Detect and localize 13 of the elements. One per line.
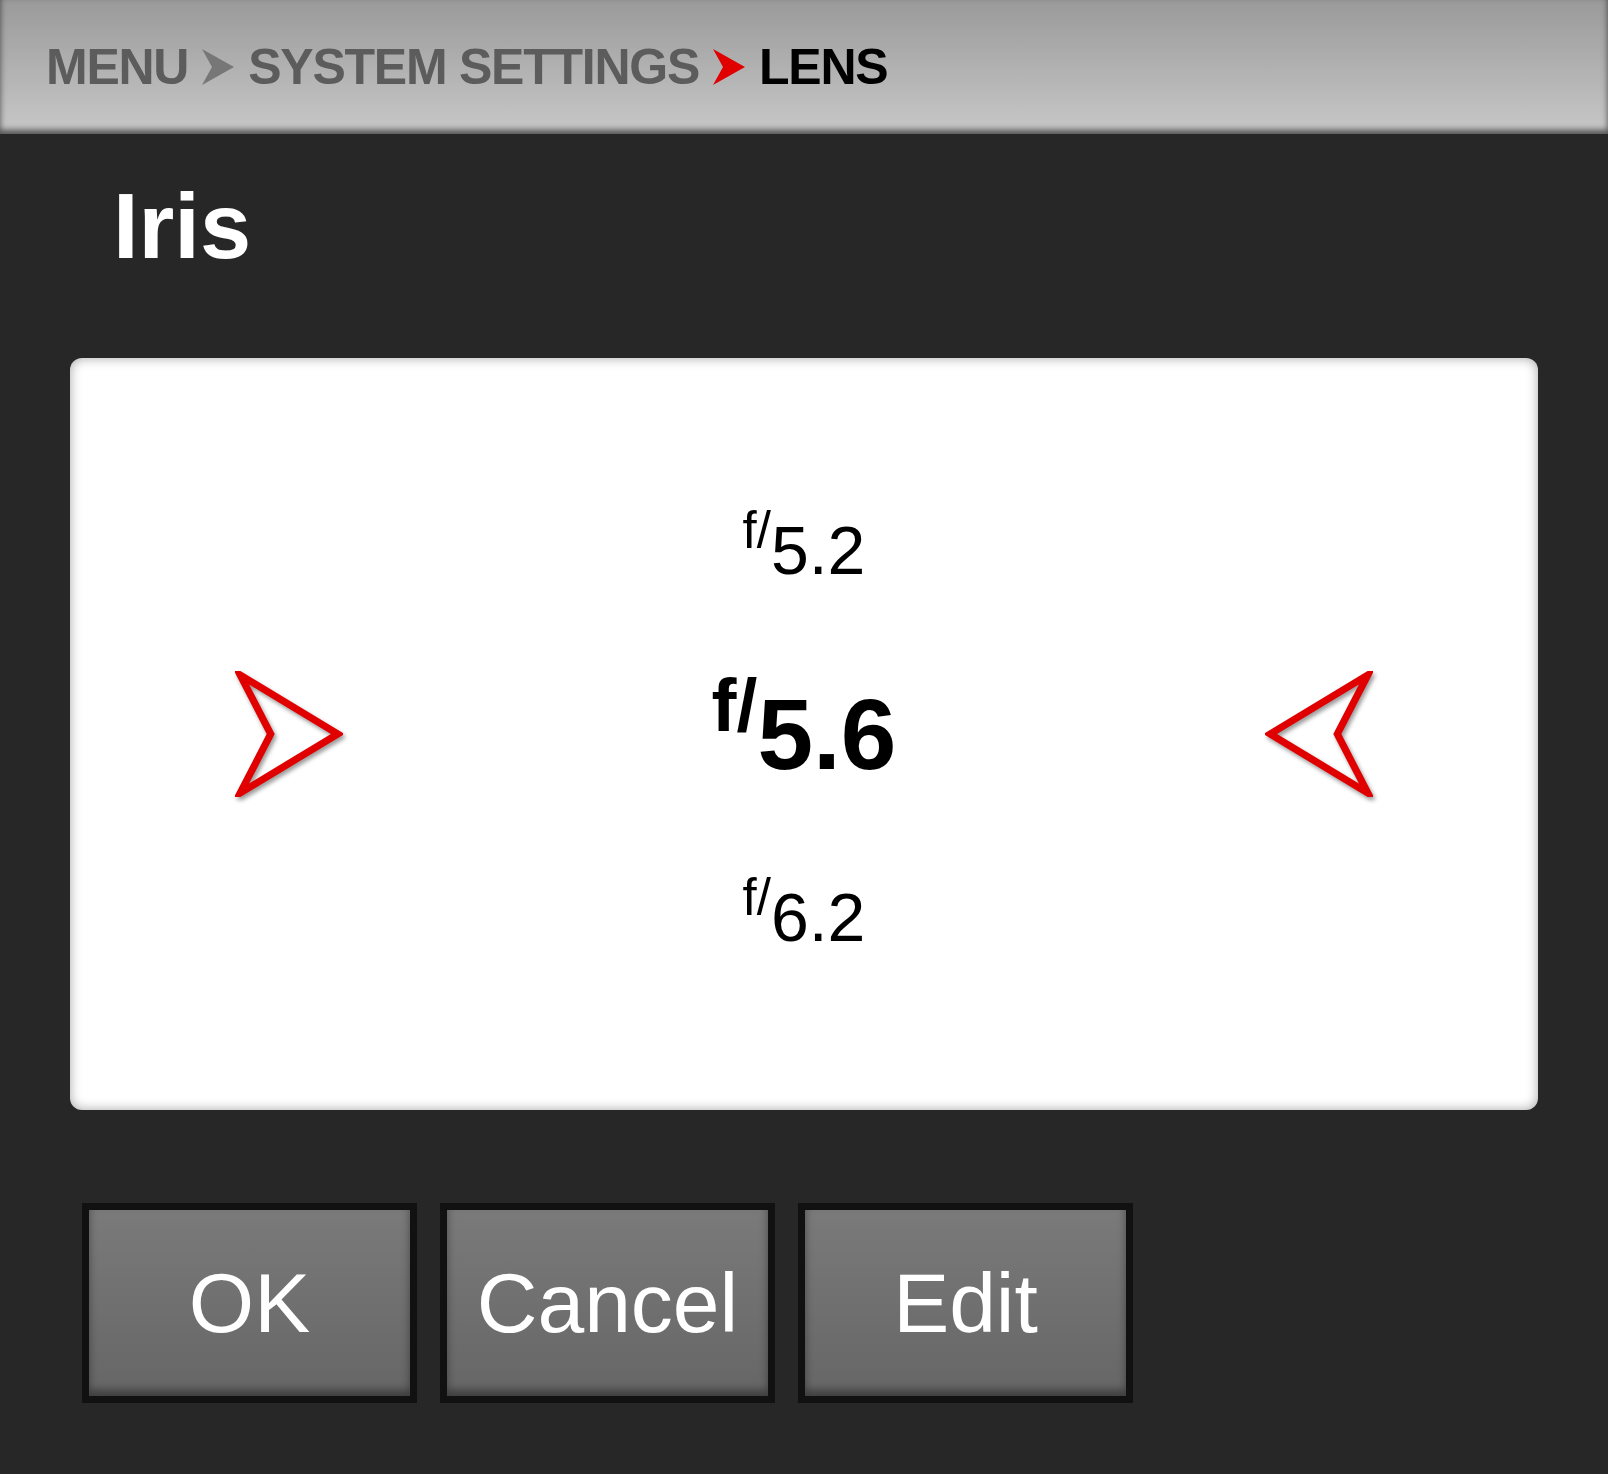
breadcrumb-item[interactable]: LENS	[759, 29, 888, 105]
action-button[interactable]: Cancel	[440, 1203, 775, 1403]
iris-value[interactable]: $^{f/}$5.2	[742, 504, 866, 597]
iris-value[interactable]: $^{f/}$5.6	[711, 666, 897, 802]
breadcrumb-item[interactable]: SYSTEM SETTINGS	[248, 29, 699, 105]
left-arrow-icon[interactable]	[1265, 671, 1373, 797]
iris-value[interactable]: $^{f/}$6.2	[742, 871, 866, 964]
action-button[interactable]: OK	[82, 1203, 417, 1403]
right-arrow-icon[interactable]	[235, 671, 343, 797]
breadcrumb-item[interactable]: MENU	[46, 29, 189, 105]
page-title: Iris	[113, 175, 252, 277]
action-button[interactable]: Edit	[798, 1203, 1133, 1403]
chevron-icon	[711, 47, 747, 87]
